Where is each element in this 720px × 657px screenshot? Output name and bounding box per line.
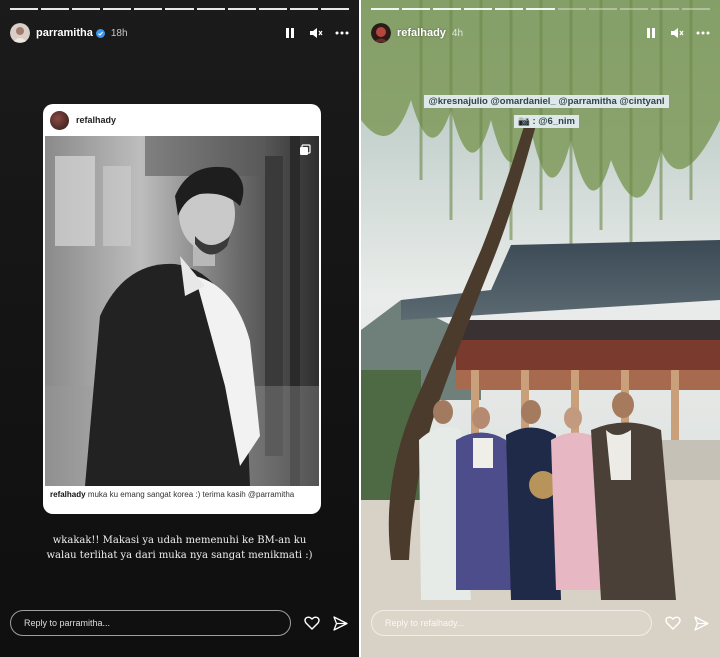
mention-tags-line[interactable]: @kresnajulio @omardaniel_ @parramitha @c… (424, 95, 669, 108)
send-icon[interactable] (332, 615, 349, 632)
shared-post-card[interactable]: refalhady refalhady muka ku emang sangat… (43, 104, 321, 514)
photo-credit-tag[interactable]: 📷 : @6_nim (514, 115, 579, 128)
story-time: 18h (110, 27, 128, 39)
more-icon[interactable] (335, 26, 349, 40)
progress-segment (227, 8, 256, 10)
avatar[interactable] (371, 23, 391, 43)
story-text-line: walau terlihat ya dari muka nya sangat m… (46, 550, 313, 561)
verified-badge-icon (95, 28, 105, 38)
heart-icon[interactable] (303, 615, 320, 632)
story-header: refalhady 4h (371, 22, 710, 44)
progress-segment (495, 8, 524, 10)
story-username[interactable]: refalhady (397, 27, 446, 39)
story-time: 4h (451, 27, 464, 39)
progress-segment (371, 8, 400, 10)
progress-segment (41, 8, 70, 10)
shared-post-caption: refalhady muka ku emang sangat korea :) … (50, 490, 313, 500)
progress-segment (464, 8, 493, 10)
progress-segment (103, 8, 132, 10)
mute-icon[interactable] (670, 26, 684, 40)
progress-segment (557, 8, 586, 10)
caption-username[interactable]: refalhady (50, 490, 86, 499)
caption-text: muka ku emang sangat korea :) terima kas… (87, 490, 295, 499)
shared-post-username[interactable]: refalhady (76, 115, 116, 125)
story-username[interactable]: parramitha (36, 27, 93, 39)
progress-segment (588, 8, 617, 10)
progress-segment (196, 8, 225, 10)
story-text-line: wkakak!! Makasi ya udah memenuhi ke BM-a… (52, 535, 307, 546)
reply-input[interactable]: Reply to refalhady... (371, 610, 652, 636)
reply-input[interactable]: Reply to parramitha... (10, 610, 291, 636)
pause-icon[interactable] (283, 26, 297, 40)
progress-segment (165, 8, 194, 10)
multiple-images-icon (300, 144, 311, 155)
progress-segment (650, 8, 679, 10)
portrait-photo-illustration (45, 136, 319, 486)
progress-segment (320, 8, 350, 10)
progress-segment (134, 8, 163, 10)
progress-segment (526, 8, 555, 10)
progress-segment (681, 8, 711, 10)
shared-post-avatar (50, 110, 69, 130)
heart-icon[interactable] (664, 615, 681, 632)
progress-segment (619, 8, 648, 10)
story-right[interactable]: refalhady 4h @kresnajulio @omardaniel_ @… (361, 0, 720, 657)
progress-segment (72, 8, 101, 10)
more-icon[interactable] (696, 26, 710, 40)
story-footer: Reply to parramitha... (10, 609, 349, 637)
shared-post-header: refalhady (43, 104, 321, 136)
send-icon[interactable] (693, 615, 710, 632)
shared-post-photo (45, 136, 319, 486)
story-header: parramitha 18h (10, 22, 349, 44)
progress-segment (289, 8, 318, 10)
story-text: wkakak!! Makasi ya udah memenuhi ke BM-a… (20, 533, 339, 563)
mention-tags: @kresnajulio @omardaniel_ @parramitha @c… (387, 91, 706, 131)
mute-icon[interactable] (309, 26, 323, 40)
story-progress-bar (371, 8, 711, 10)
story-progress-bar (10, 8, 350, 10)
pause-icon[interactable] (644, 26, 658, 40)
progress-segment (433, 8, 462, 10)
story-left[interactable]: parramitha 18h refalhady refalhady muka … (0, 0, 359, 657)
story-footer: Reply to refalhady... (371, 609, 710, 637)
progress-segment (10, 8, 39, 10)
progress-segment (258, 8, 287, 10)
avatar[interactable] (10, 23, 30, 43)
progress-segment (402, 8, 431, 10)
